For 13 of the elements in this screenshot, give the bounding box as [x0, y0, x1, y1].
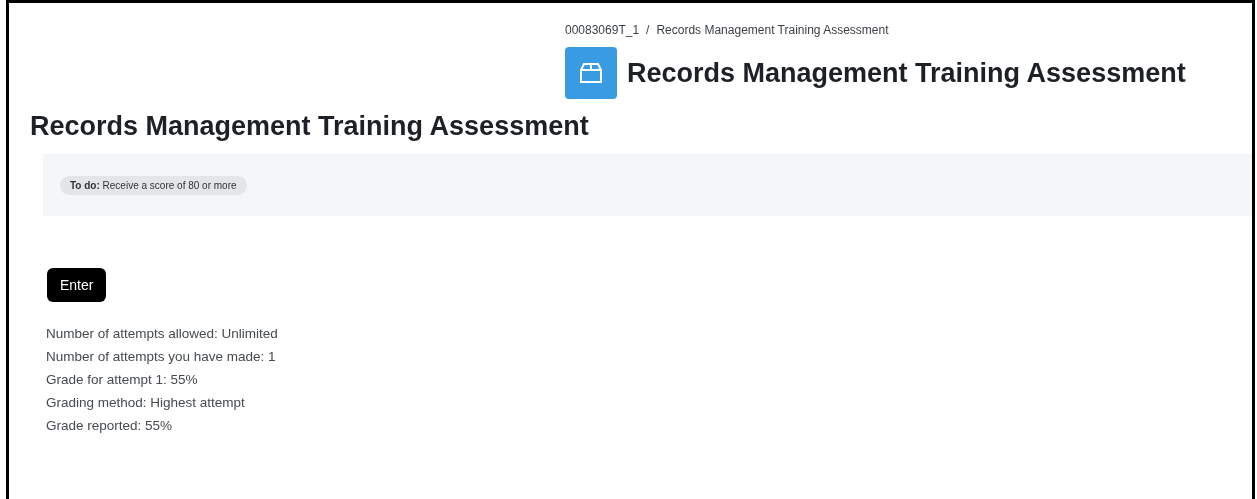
page-title: Records Management Training Assessment: [30, 111, 590, 142]
attempt-info-line: Grading method: Highest attempt: [46, 394, 246, 412]
attempt-info-line: Number of attempts you have made: 1: [46, 348, 277, 366]
breadcrumb-link[interactable]: Records Management Training Assessment: [656, 23, 889, 37]
breadcrumb-separator: /: [646, 23, 650, 37]
completion-badge: To do: Receive a score of 80 or more: [60, 175, 247, 195]
activity-icon: [565, 47, 617, 99]
breadcrumb-link[interactable]: 00083069T_1: [565, 23, 640, 37]
attempt-info-line: Grade for attempt 1: 55%: [46, 371, 199, 389]
attempt-info-line: Number of attempts allowed: Unlimited: [46, 325, 279, 343]
enter-button[interactable]: Enter: [47, 268, 107, 302]
activity-heading: Records Management Training Assessment: [627, 57, 1186, 89]
attempt-info-line: Grade reported: 55%: [46, 417, 174, 435]
